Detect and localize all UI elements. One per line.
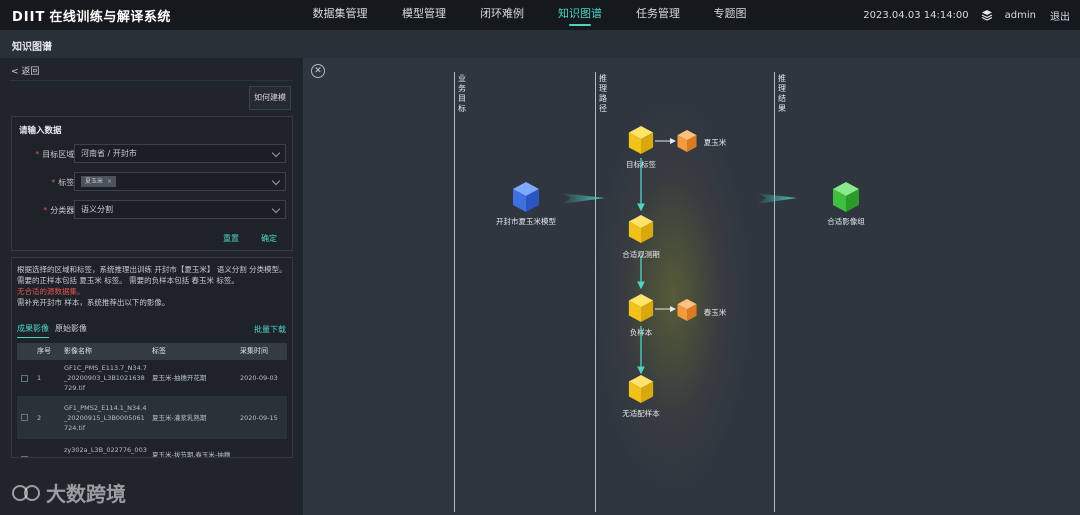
- table-row[interactable]: 2 GF1_PMS2_E114.1_N34.4_20200915_L3B0005…: [17, 397, 287, 439]
- classifier-select[interactable]: 语义分割: [74, 200, 286, 219]
- left-panel: < 返回 如何建模 请输入数据 * 目标区域: 河南省 / 开封市 * 标签: 夏玉…: [0, 58, 303, 515]
- main-nav: 数据集管理 模型管理 闭环难例 知识图谱 任务管理 专题图: [295, 0, 763, 30]
- no-match-node-icon[interactable]: [627, 373, 655, 405]
- row-name: GF1C_PMS_E113.7_N34.7_20200903_L3B102163…: [64, 364, 147, 392]
- row-time: 2020-09-03: [240, 374, 278, 382]
- flow-arrow: [561, 193, 605, 204]
- datetime: 2023.04.03 14:14:00: [863, 9, 969, 21]
- nav-tasks[interactable]: 任务管理: [619, 0, 697, 30]
- node-label-no-match: 无适配样本: [622, 409, 660, 418]
- result-panel: 根据选择的区域和标签，系统推理出训练 开封市【夏玉米】 语义分割 分类模型。 需…: [11, 257, 293, 458]
- row-no: 2: [37, 413, 42, 422]
- warning-text: 无合适的源数据集。: [17, 287, 85, 296]
- desc-recommend: 需补充开封市 样本，系统推荐出以下的影像。: [17, 298, 170, 307]
- region-row: * 目标区域: 河南省 / 开封市: [12, 144, 292, 164]
- how-to-model-button[interactable]: 如何建模: [249, 86, 291, 110]
- tab-raw-images[interactable]: 原始影像: [55, 323, 87, 338]
- divider: [10, 80, 293, 81]
- tag-select[interactable]: 夏玉米 ×: [74, 172, 286, 191]
- chevron-down-icon: [271, 176, 281, 186]
- row-time: 2020-09-15: [240, 413, 278, 422]
- row-no: 1: [37, 374, 42, 382]
- reset-button[interactable]: 重置: [223, 233, 239, 244]
- page-title: 知识图谱: [12, 42, 52, 53]
- classifier-row: * 分类器: 语义分割: [12, 200, 292, 220]
- row-name: GF1_PMS2_E114.1_N34.4_20200915_L3B000506…: [64, 403, 147, 432]
- model-node-icon[interactable]: [511, 180, 541, 214]
- chevron-down-icon: [271, 204, 281, 214]
- app-title: 在线训练与解译系统: [49, 10, 171, 25]
- col-label: 标签: [152, 347, 166, 355]
- nav-hard-cases[interactable]: 闭环难例: [463, 0, 541, 30]
- row-checkbox[interactable]: [21, 414, 28, 421]
- row-name: zy302a_L3B_022776_003137_20200706111531_…: [64, 445, 147, 458]
- node-label-summer-corn: 夏玉米: [703, 138, 727, 147]
- nav-dataset[interactable]: 数据集管理: [295, 0, 385, 30]
- layers-icon[interactable]: [981, 9, 993, 21]
- tag-row: * 标签: 夏玉米 ×: [12, 172, 292, 192]
- row-checkbox[interactable]: [21, 456, 28, 457]
- chevron-down-icon: [271, 148, 281, 158]
- tab-result-images[interactable]: 成果影像: [17, 323, 49, 338]
- logout-link[interactable]: 退出: [1050, 8, 1070, 23]
- user-name[interactable]: admin: [1005, 10, 1036, 21]
- graph-edges: [561, 138, 797, 375]
- nav-model[interactable]: 模型管理: [385, 0, 463, 30]
- table-row[interactable]: 3 zy302a_L3B_022776_003137_2020070611153…: [17, 439, 287, 458]
- row-label: 夏玉米-灌浆乳熟期: [152, 413, 207, 422]
- page-header: 知识图谱: [0, 30, 1080, 58]
- summer-corn-node-icon[interactable]: [676, 129, 698, 154]
- header-right: 2023.04.03 14:14:00 admin 退出: [863, 0, 1070, 30]
- node-label-result: 合适影像组: [827, 217, 865, 226]
- logo-mark: DIIT: [12, 10, 46, 25]
- nav-thematic-map[interactable]: 专题图: [697, 0, 763, 30]
- node-label-target-tag: 目标标签: [626, 160, 656, 169]
- spring-corn-node-icon[interactable]: [676, 298, 698, 323]
- node-label-obs-period: 合适观测期: [622, 250, 660, 259]
- app-logo: DIIT 在线训练与解译系统: [12, 6, 171, 25]
- watermark: 大数跨境: [10, 478, 126, 507]
- image-table: 序号 影像名称 标签 采集时间 1 GF1C_PMS_E113.7_N34.7_…: [17, 343, 287, 458]
- table-header: 序号 影像名称 标签 采集时间: [17, 343, 287, 360]
- close-icon: ×: [107, 178, 113, 185]
- node-label-negative: 负样本: [629, 328, 653, 337]
- inference-description: 根据选择的区域和标签，系统推理出训练 开封市【夏玉米】 语义分割 分类模型。 需…: [17, 264, 289, 308]
- tag-chip[interactable]: 夏玉米 ×: [81, 176, 117, 187]
- col-time: 采集时间: [240, 347, 268, 355]
- watermark-logo-icon: [12, 484, 40, 501]
- batch-download-link[interactable]: 批量下载: [254, 324, 286, 335]
- flow-arrow: [756, 193, 797, 204]
- form-heading: 请输入数据: [19, 126, 62, 136]
- row-label: 夏玉米-拔节期,春玉米-抽穗开花期: [152, 450, 231, 458]
- col-no: 序号: [37, 347, 51, 355]
- table-row[interactable]: 1 GF1C_PMS_E113.7_N34.7_20200903_L3B1021…: [17, 360, 287, 397]
- nav-knowledge-graph[interactable]: 知识图谱: [541, 0, 619, 30]
- back-link[interactable]: < 返回: [11, 64, 39, 77]
- top-navbar: DIIT 在线训练与解译系统 数据集管理 模型管理 闭环难例 知识图谱 任务管理 …: [0, 0, 1080, 30]
- negative-node-icon[interactable]: [627, 292, 655, 324]
- col-name: 影像名称: [64, 347, 92, 355]
- target-tag-node-icon[interactable]: [627, 124, 655, 156]
- region-label: * 目标区域:: [35, 150, 77, 159]
- row-checkbox[interactable]: [21, 374, 28, 382]
- knowledge-graph-canvas[interactable]: ✕ 业务目标 推理路径 推理结果 开封市夏玉米模型 目标标签 夏玉米 合适观测期…: [303, 58, 1080, 515]
- input-form: 请输入数据 * 目标区域: 河南省 / 开封市 * 标签: 夏玉米 × * 分类器: 语…: [11, 116, 293, 251]
- region-select[interactable]: 河南省 / 开封市: [74, 144, 286, 163]
- row-no: 3: [33, 439, 60, 458]
- node-label-source: 开封市夏玉米模型: [496, 217, 556, 226]
- result-node-icon[interactable]: [831, 180, 861, 214]
- node-label-spring-corn: 春玉米: [703, 308, 727, 317]
- obs-period-node-icon[interactable]: [627, 213, 655, 245]
- classifier-label: * 分类器:: [43, 206, 77, 215]
- row-time: 2020-07-06: [236, 439, 287, 458]
- desc-text: 根据选择的区域和标签，系统推理出训练 开封市【夏玉米】 语义分割 分类模型。 需…: [17, 265, 287, 285]
- confirm-button[interactable]: 确定: [261, 233, 277, 244]
- row-label: 夏玉米-抽穗开花期: [152, 374, 207, 382]
- result-tabs: 成果影像 原始影像: [17, 323, 93, 338]
